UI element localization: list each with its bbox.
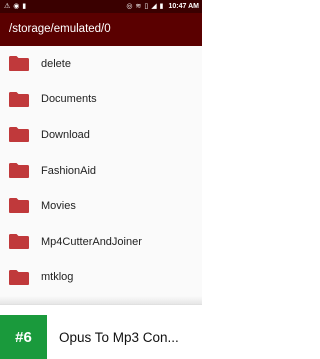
rank-badge: #6 bbox=[0, 315, 47, 359]
folder-icon bbox=[9, 162, 29, 178]
folder-name: delete bbox=[41, 57, 71, 70]
folder-icon bbox=[9, 233, 29, 249]
folder-row[interactable]: FashionAid bbox=[0, 153, 202, 189]
sim-icon: ▮ bbox=[22, 3, 27, 10]
list-scroll-fade bbox=[0, 296, 202, 304]
folder-row[interactable]: Documents bbox=[0, 82, 202, 118]
folder-name: Documents bbox=[41, 93, 97, 106]
folder-icon bbox=[9, 56, 29, 71]
folder-name: FashionAid bbox=[41, 164, 97, 177]
folder-icon bbox=[9, 91, 29, 107]
app-rank-banner: #6 Opus To Mp3 Con... bbox=[0, 304, 202, 359]
screen: ⚠ ◉ ▮ ◎ ≋ ▯ ◢ ▮ 10:47 AM /storage/emulat… bbox=[0, 0, 202, 359]
vibrate-icon: ▯ bbox=[144, 3, 149, 10]
app-title: Opus To Mp3 Con... bbox=[59, 330, 179, 345]
status-left-icons: ⚠ ◉ ▮ bbox=[4, 0, 26, 13]
battery-icon: ▮ bbox=[159, 3, 164, 10]
folder-name: Movies bbox=[41, 200, 76, 213]
folder-name: mtklog bbox=[41, 271, 74, 284]
folder-name: Mp4CutterAndJoiner bbox=[41, 235, 142, 248]
folder-icon bbox=[9, 198, 29, 214]
location-icon: ◉ bbox=[13, 3, 20, 10]
status-bar: ⚠ ◉ ▮ ◎ ≋ ▯ ◢ ▮ 10:47 AM bbox=[0, 0, 202, 13]
folder-row[interactable]: Download bbox=[0, 117, 202, 153]
signal-icon: ◢ bbox=[151, 3, 157, 10]
wifi-icon: ≋ bbox=[135, 3, 142, 10]
folder-row[interactable]: Mp4CutterAndJoiner bbox=[0, 224, 202, 260]
warning-icon: ⚠ bbox=[4, 3, 11, 10]
folder-row[interactable]: Movies bbox=[0, 188, 202, 224]
folder-icon bbox=[9, 127, 29, 143]
status-right-icons: ◎ ≋ ▯ ◢ ▮ 10:47 AM bbox=[126, 0, 199, 13]
hotspot-icon: ◎ bbox=[126, 3, 133, 10]
status-time: 10:47 AM bbox=[168, 3, 199, 10]
folder-list: delete Documents Download FashionAid Mov… bbox=[0, 46, 202, 295]
app-bar: /storage/emulated/0 bbox=[0, 13, 202, 46]
folder-row[interactable]: mtklog bbox=[0, 260, 202, 296]
folder-row[interactable]: delete bbox=[0, 46, 202, 82]
folder-name: Download bbox=[41, 128, 90, 141]
current-path: /storage/emulated/0 bbox=[9, 23, 111, 35]
folder-icon bbox=[9, 269, 29, 285]
